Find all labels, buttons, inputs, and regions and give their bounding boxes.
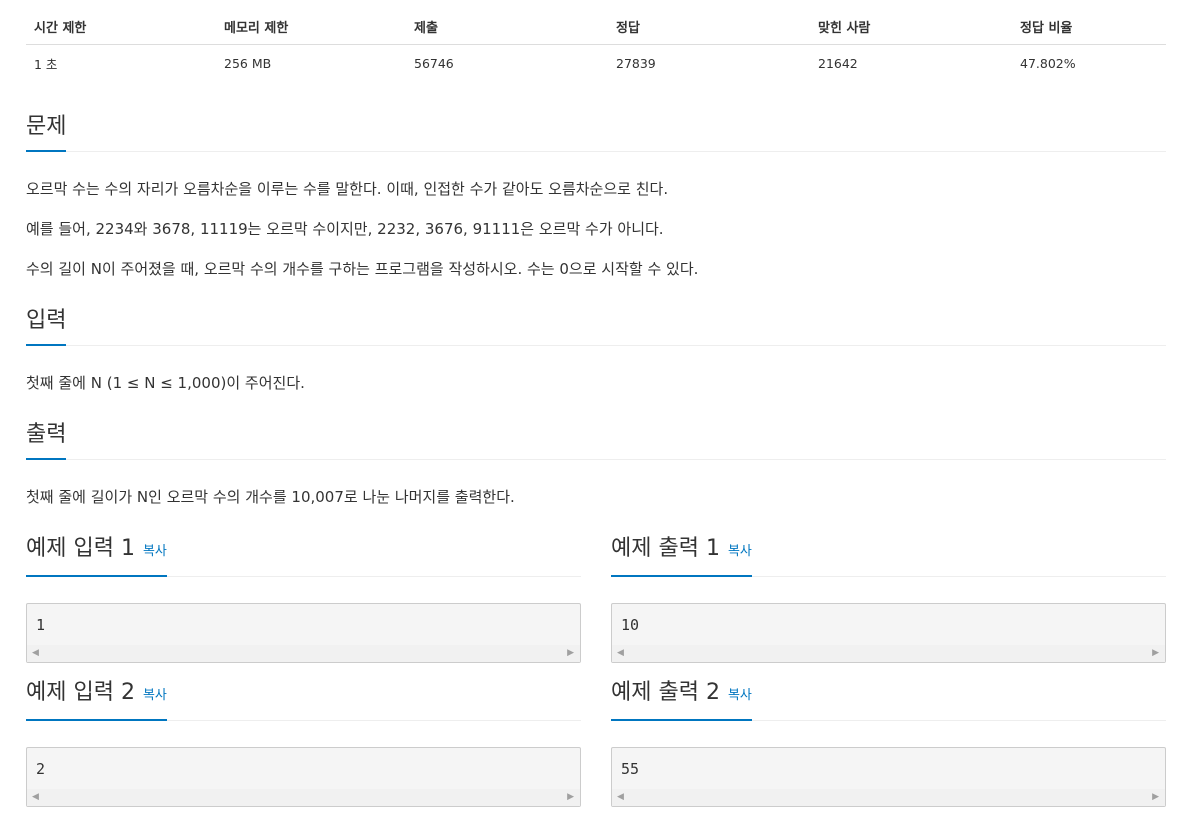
sample-value: 10 (621, 616, 640, 634)
sample-title: 예제 출력 1 (611, 536, 720, 561)
sample-input-1: 예제 입력 1 복사 1 ◀ ▶ (26, 534, 581, 663)
section-title: 문제 (26, 112, 67, 152)
problem-paragraph: 수의 길이 N이 주어졌을 때, 오르막 수의 개수를 구하는 프로그램을 작성… (26, 260, 699, 278)
input-section: 입력 첫째 줄에 N (1 ≤ N ≤ 1,000)이 주어진다. (26, 306, 1166, 394)
stats-header: 제출 (406, 8, 608, 45)
horizontal-scrollbar[interactable]: ◀ ▶ (612, 789, 1165, 806)
triangle-left-icon[interactable]: ◀ (617, 793, 624, 802)
section-title: 예제 입력 1 복사 (26, 534, 167, 577)
stats-header: 정답 비율 (1012, 8, 1166, 45)
time-limit-value: 1 초 (34, 56, 58, 72)
accepted-count: 27839 (616, 55, 656, 71)
horizontal-scrollbar[interactable]: ◀ ▶ (27, 645, 580, 662)
sample-value: 55 (621, 760, 640, 778)
section-title: 예제 출력 2 복사 (611, 678, 752, 721)
horizontal-scrollbar[interactable]: ◀ ▶ (612, 645, 1165, 662)
section-title: 예제 출력 1 복사 (611, 534, 752, 577)
section-headline: 예제 출력 2 복사 (611, 678, 1166, 721)
section-headline: 예제 출력 1 복사 (611, 534, 1166, 577)
stats-header: 정답 (608, 8, 810, 45)
triangle-left-icon[interactable]: ◀ (32, 649, 39, 658)
problem-page: 시간 제한 메모리 제한 제출 정답 맞힌 사람 정답 비율 1 초 256 M… (26, 8, 1166, 807)
stats-header: 시간 제한 (26, 8, 216, 45)
sample-output-2: 예제 출력 2 복사 55 ◀ ▶ (611, 678, 1166, 807)
problem-stats-table: 시간 제한 메모리 제한 제출 정답 맞힌 사람 정답 비율 1 초 256 M… (26, 8, 1166, 81)
copy-button[interactable]: 복사 (728, 544, 752, 559)
section-headline: 문제 (26, 112, 1166, 152)
problem-description: 오르막 수는 수의 자리가 오름차순을 이루는 수를 말한다. 이때, 인접한 … (26, 178, 1166, 280)
sample-title: 예제 입력 1 (26, 536, 135, 561)
accepted-ratio: 47.802% (1020, 55, 1076, 71)
sample-value: 1 (36, 616, 46, 634)
submission-count: 56746 (414, 55, 454, 71)
sample-code-box[interactable]: 1 ◀ ▶ (26, 603, 581, 663)
copy-button[interactable]: 복사 (143, 544, 167, 559)
triangle-left-icon[interactable]: ◀ (617, 649, 624, 658)
output-paragraph: 첫째 줄에 길이가 N인 오르막 수의 개수를 10,007로 나눈 나머지를 … (26, 488, 515, 506)
sample-title: 예제 출력 2 (611, 680, 720, 705)
input-paragraph: 첫째 줄에 N (1 ≤ N ≤ 1,000)이 주어진다. (26, 374, 305, 392)
solved-users-count: 21642 (818, 55, 858, 71)
triangle-right-icon[interactable]: ▶ (1152, 793, 1159, 802)
output-description: 첫째 줄에 길이가 N인 오르막 수의 개수를 10,007로 나눈 나머지를 … (26, 486, 1166, 508)
horizontal-scrollbar[interactable]: ◀ ▶ (27, 789, 580, 806)
output-section: 출력 첫째 줄에 길이가 N인 오르막 수의 개수를 10,007로 나눈 나머… (26, 420, 1166, 508)
section-headline: 입력 (26, 306, 1166, 346)
stats-value-row: 1 초 256 MB 56746 27839 21642 47.802% (26, 45, 1166, 82)
copy-button[interactable]: 복사 (728, 688, 752, 703)
section-title: 예제 입력 2 복사 (26, 678, 167, 721)
triangle-left-icon[interactable]: ◀ (32, 793, 39, 802)
triangle-right-icon[interactable]: ▶ (567, 649, 574, 658)
sample-code-box[interactable]: 2 ◀ ▶ (26, 747, 581, 807)
triangle-right-icon[interactable]: ▶ (1152, 649, 1159, 658)
section-headline: 예제 입력 2 복사 (26, 678, 581, 721)
triangle-right-icon[interactable]: ▶ (567, 793, 574, 802)
sample-value: 2 (36, 760, 46, 778)
problem-section: 문제 오르막 수는 수의 자리가 오름차순을 이루는 수를 말한다. 이때, 인… (26, 112, 1166, 298)
sample-code-box[interactable]: 55 ◀ ▶ (611, 747, 1166, 807)
section-headline: 예제 입력 1 복사 (26, 534, 581, 577)
stats-header: 메모리 제한 (216, 8, 406, 45)
stats-header: 맞힌 사람 (810, 8, 1012, 45)
memory-limit-value: 256 MB (224, 55, 272, 71)
sample-code-box[interactable]: 10 ◀ ▶ (611, 603, 1166, 663)
problem-paragraph: 오르막 수는 수의 자리가 오름차순을 이루는 수를 말한다. 이때, 인접한 … (26, 180, 669, 198)
stats-header-row: 시간 제한 메모리 제한 제출 정답 맞힌 사람 정답 비율 (26, 8, 1166, 45)
sample-output-1: 예제 출력 1 복사 10 ◀ ▶ (611, 534, 1166, 663)
sample-title: 예제 입력 2 (26, 680, 135, 705)
copy-button[interactable]: 복사 (143, 688, 167, 703)
section-title: 출력 (26, 420, 67, 460)
sample-input-2: 예제 입력 2 복사 2 ◀ ▶ (26, 678, 581, 807)
input-description: 첫째 줄에 N (1 ≤ N ≤ 1,000)이 주어진다. (26, 372, 1166, 394)
problem-paragraph: 예를 들어, 2234와 3678, 11119는 오르막 수이지만, 2232… (26, 220, 664, 238)
section-headline: 출력 (26, 420, 1166, 460)
section-title: 입력 (26, 306, 67, 346)
